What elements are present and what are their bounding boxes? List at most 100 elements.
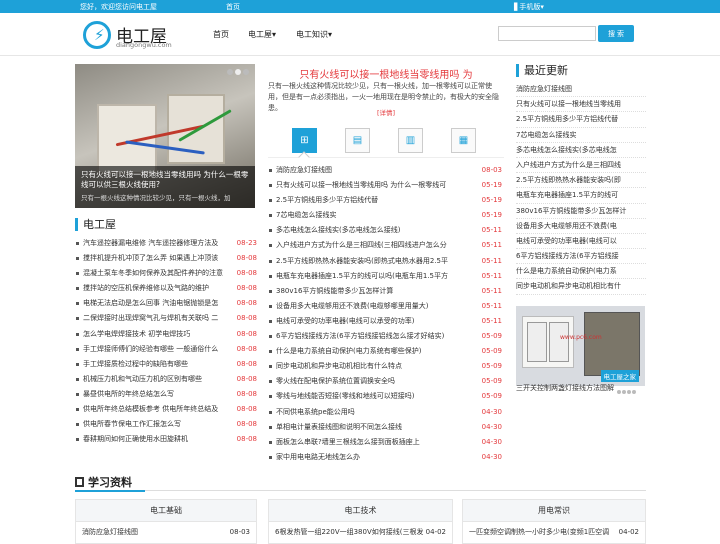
list-item[interactable]: 搅拌机提升机冲顶了怎么弄 如果遇上冲顶该 08-08	[75, 251, 257, 267]
slider-dot[interactable]	[243, 69, 249, 75]
list-item-title[interactable]: 同步电动机和异步电动机相比有什么特点	[276, 359, 502, 374]
list-item-title[interactable]: 零线与地线能否短接(零线和地线可以短接吗)	[276, 389, 502, 404]
list-item[interactable]: 手工焊接师傅们的经验有哪些 一般通俗什么 08-08	[75, 341, 257, 357]
study-column-head[interactable]: 电工基础	[76, 500, 256, 522]
list-item-title[interactable]: 7芯电缆怎么接线实	[276, 208, 502, 223]
list-item-title[interactable]: 只有火线可以接一根地线当零线用吗 为什么一根零线可	[276, 178, 502, 193]
study-row-title[interactable]: 一匹变频空调制热一小时多少电(变频1匹空调	[469, 528, 609, 536]
list-item-title[interactable]: 380v16平方铜线能带多少瓦怎样计算	[276, 284, 502, 299]
list-item[interactable]: 二保焊接时出现焊窝气孔与焊机有关联吗 二 08-08	[75, 311, 257, 327]
study-column-head[interactable]: 用电常识	[463, 500, 645, 522]
list-item[interactable]: 家中用电电路无地线怎么办 04-30	[268, 449, 502, 465]
list-item[interactable]: 汽车遥控器漏电维修 汽车遥控器修理方法及 08-23	[75, 236, 257, 252]
feature-detail-link[interactable]: [详情]	[268, 107, 504, 117]
study-row-title[interactable]: 消防应急灯接线图	[82, 528, 138, 536]
feature-title[interactable]: 只有火线可以接一根地线当零线用吗 为	[268, 66, 504, 81]
book-icon[interactable]: ▥	[398, 128, 423, 153]
study-row[interactable]: 消防应急灯接线图 08-03	[76, 522, 256, 542]
image-dot[interactable]	[622, 390, 626, 394]
list-item[interactable]: 怎么学电焊焊接技术 初学电焊技巧 08-08	[75, 326, 257, 342]
latest-item[interactable]: 380v16平方铜线能带多少瓦怎样计	[516, 204, 646, 219]
nav-diangongwu[interactable]: 电工屋▾	[248, 29, 276, 40]
list-item[interactable]: 设备用多大电缆够用还不浪费(电缆够哪里用量大) 05-11	[268, 298, 502, 314]
latest-item[interactable]: 6平方铝线接线方法(6平方铝线接	[516, 249, 646, 265]
list-item-title[interactable]: 零火线在配电保护系统位置调换安全吗	[276, 374, 502, 389]
image-dot[interactable]	[627, 390, 631, 394]
slider-dot[interactable]	[227, 69, 233, 75]
latest-item[interactable]: 2.5平方铜线用多少平方铝线代替	[516, 112, 646, 128]
latest-item[interactable]: 电线可承受的功率电器(电线可以	[516, 234, 646, 250]
list-item-title[interactable]: 手工焊接质检过程中的缺陷有哪些	[83, 357, 257, 372]
list-item-title[interactable]: 什么是电力系统自动保护(电力系统有哪些保护)	[276, 344, 502, 359]
latest-item[interactable]: 多芯电线怎么接线实(多芯电线怎	[516, 143, 646, 158]
list-item-title[interactable]: 电线可承受的功率电器(电线可以承受的功率)	[276, 314, 502, 329]
pdf-icon[interactable]: ▤	[345, 128, 370, 153]
list-item-title[interactable]: 混凝土泵车冬季如何保养及其配件养护的注意	[83, 266, 257, 281]
list-item-title[interactable]: 手工焊接师傅们的经验有哪些 一般通俗什么	[83, 342, 257, 357]
list-item[interactable]: 电线可承受的功率电器(电线可以承受的功率) 05-11	[268, 313, 502, 330]
list-item[interactable]: 零火线在配电保护系统位置调换安全吗 05-09	[268, 374, 502, 390]
list-item[interactable]: 供电所春节保电工作汇报怎么写 08-08	[75, 417, 257, 433]
latest-image[interactable]: www.pc6.com 电工屋之家	[516, 306, 645, 386]
list-item[interactable]: 消防应急灯接线图 08-03	[268, 163, 502, 179]
list-item-title[interactable]: 供电所年终总结模板参考 供电所年终总结及	[83, 402, 257, 417]
top-home-link[interactable]: 首页	[226, 2, 240, 12]
latest-item[interactable]: 同步电动机和异步电动机相比有什	[516, 279, 646, 295]
list-item[interactable]: 电瓶车充电器插座1.5平方的线可以吗(电瓶车用1.5平方 05-11	[268, 268, 502, 284]
list-item[interactable]: 单相电计量表接线图和说明不同怎么接线 04-30	[268, 419, 502, 435]
list-item-title[interactable]: 怎么学电焊焊接技术 初学电焊技巧	[83, 327, 257, 342]
list-item[interactable]: 2.5平方线即热热水器能安装吗(即热式电热水器用2.5平 05-11	[268, 253, 502, 269]
list-item[interactable]: 只有火线可以接一根地线当零线用吗 为什么一根零线可 05-19	[268, 178, 502, 194]
list-item-title[interactable]: 机械压力机和气动压力机的区别有哪些	[83, 372, 257, 387]
list-item[interactable]: 2.5平方铜线用多少平方铝线代替 05-19	[268, 193, 502, 209]
latest-item[interactable]: 消防应急灯接线图	[516, 82, 646, 98]
list-item[interactable]: 零线与地线能否短接(零线和地线可以短接吗) 05-09	[268, 389, 502, 405]
list-item[interactable]: 7芯电缆怎么接线实 05-19	[268, 208, 502, 224]
list-item[interactable]: 机械压力机和气动压力机的区别有哪些 08-08	[75, 371, 257, 387]
featured-slider[interactable]: 只有火线可以接一根地线当零线用吗 为什么一根零线可以供三根火线使用? 只有一根火…	[75, 64, 255, 208]
list-item-title[interactable]: 电瓶车充电器插座1.5平方的线可以吗(电瓶车用1.5平方	[276, 269, 502, 284]
list-item-title[interactable]: 6平方铝线接线方法(6平方铝线接铝线怎么接才好结实)	[276, 329, 502, 344]
list-item-title[interactable]: 单相电计量表接线图和说明不同怎么接线	[276, 420, 502, 435]
list-item-title[interactable]: 多芯电线怎么接线实(多芯电线怎么接线)	[276, 223, 502, 238]
list-item[interactable]: 入户线进户方式为什么是三相四线(三相四线进户怎么分 05-11	[268, 238, 502, 254]
list-item-title[interactable]: 电梯无法启动是怎么回事 汽油电锯抛锁是怎	[83, 296, 257, 311]
list-item[interactable]: 电梯无法启动是怎么回事 汽油电锯抛锁是怎 08-08	[75, 296, 257, 312]
list-item[interactable]: 供电所年终总结模板参考 供电所年终总结及 08-08	[75, 402, 257, 418]
list-item[interactable]: 多芯电线怎么接线实(多芯电线怎么接线) 05-11	[268, 223, 502, 239]
study-row[interactable]: 一匹变频空调制热一小时多少电(变频1匹空调 04-02	[463, 522, 645, 542]
nav-home[interactable]: 首页	[213, 29, 229, 40]
list-item[interactable]: 面板怎么串联?墙里三根线怎么接到面板插座上 04-30	[268, 434, 502, 450]
study-row-title[interactable]: 6根发热管一组220V一组380V如何接线(三根发	[275, 528, 423, 536]
latest-item[interactable]: 7芯电缆怎么接线实	[516, 128, 646, 143]
list-item-title[interactable]: 消防应急灯接线图	[276, 163, 502, 178]
search-input[interactable]	[498, 26, 596, 41]
latest-item[interactable]: 2.5平方线即热热水器能安装吗(即	[516, 173, 646, 189]
list-item-title[interactable]: 二保焊接时出现焊窝气孔与焊机有关联吗 二	[83, 311, 257, 326]
list-item-title[interactable]: 面板怎么串联?墙里三根线怎么接到面板插座上	[276, 435, 502, 450]
file-icon[interactable]: ⊞	[292, 128, 317, 153]
study-column-head[interactable]: 电工技术	[269, 500, 452, 522]
list-item-title[interactable]: 搅拌站的空压机保养维修以及气路的维护	[83, 281, 257, 296]
list-item-title[interactable]: 供电所春节保电工作汇报怎么写	[83, 417, 257, 432]
list-item-title[interactable]: 不同供电系统pe能公用吗	[276, 405, 502, 420]
latest-item[interactable]: 设备用多大电缆够用还不浪费(电	[516, 219, 646, 234]
latest-item[interactable]: 入户线进户方式为什么是三相四线	[516, 158, 646, 174]
slider-dot[interactable]	[235, 69, 241, 75]
list-item[interactable]: 不同供电系统pe能公用吗 04-30	[268, 404, 502, 420]
list-item[interactable]: 搅拌站的空压机保养维修以及气路的维护 08-08	[75, 281, 257, 297]
list-item-title[interactable]: 设备用多大电缆够用还不浪费(电缆够哪里用量大)	[276, 299, 502, 314]
list-item[interactable]: 什么是电力系统自动保护(电力系统有哪些保护) 05-09	[268, 344, 502, 360]
logo-icon[interactable]: ⚡	[83, 21, 111, 49]
list-item-title[interactable]: 汽车遥控器漏电维修 汽车遥控器修理方法及	[83, 236, 257, 251]
latest-item[interactable]: 电瓶车充电器插座1.5平方的线可	[516, 188, 646, 204]
list-item[interactable]: 春耕期间如何正确使用水田旋耕机 08-08	[75, 432, 257, 448]
document-icon[interactable]: ▦	[451, 128, 476, 153]
list-item[interactable]: 同步电动机和异步电动机相比有什么特点 05-09	[268, 359, 502, 375]
study-row[interactable]: 6根发热管一组220V一组380V如何接线(三根发 04-02	[269, 522, 452, 542]
list-item-title[interactable]: 搅拌机提升机冲顶了怎么弄 如果遇上冲顶该	[83, 251, 257, 266]
image-dot[interactable]	[632, 390, 636, 394]
list-item-title[interactable]: 春耕期间如何正确使用水田旋耕机	[83, 432, 257, 447]
latest-item[interactable]: 什么是电力系统自动保护(电力系	[516, 264, 646, 280]
list-item[interactable]: 混凝土泵车冬季如何保养及其配件养护的注意 08-08	[75, 266, 257, 282]
